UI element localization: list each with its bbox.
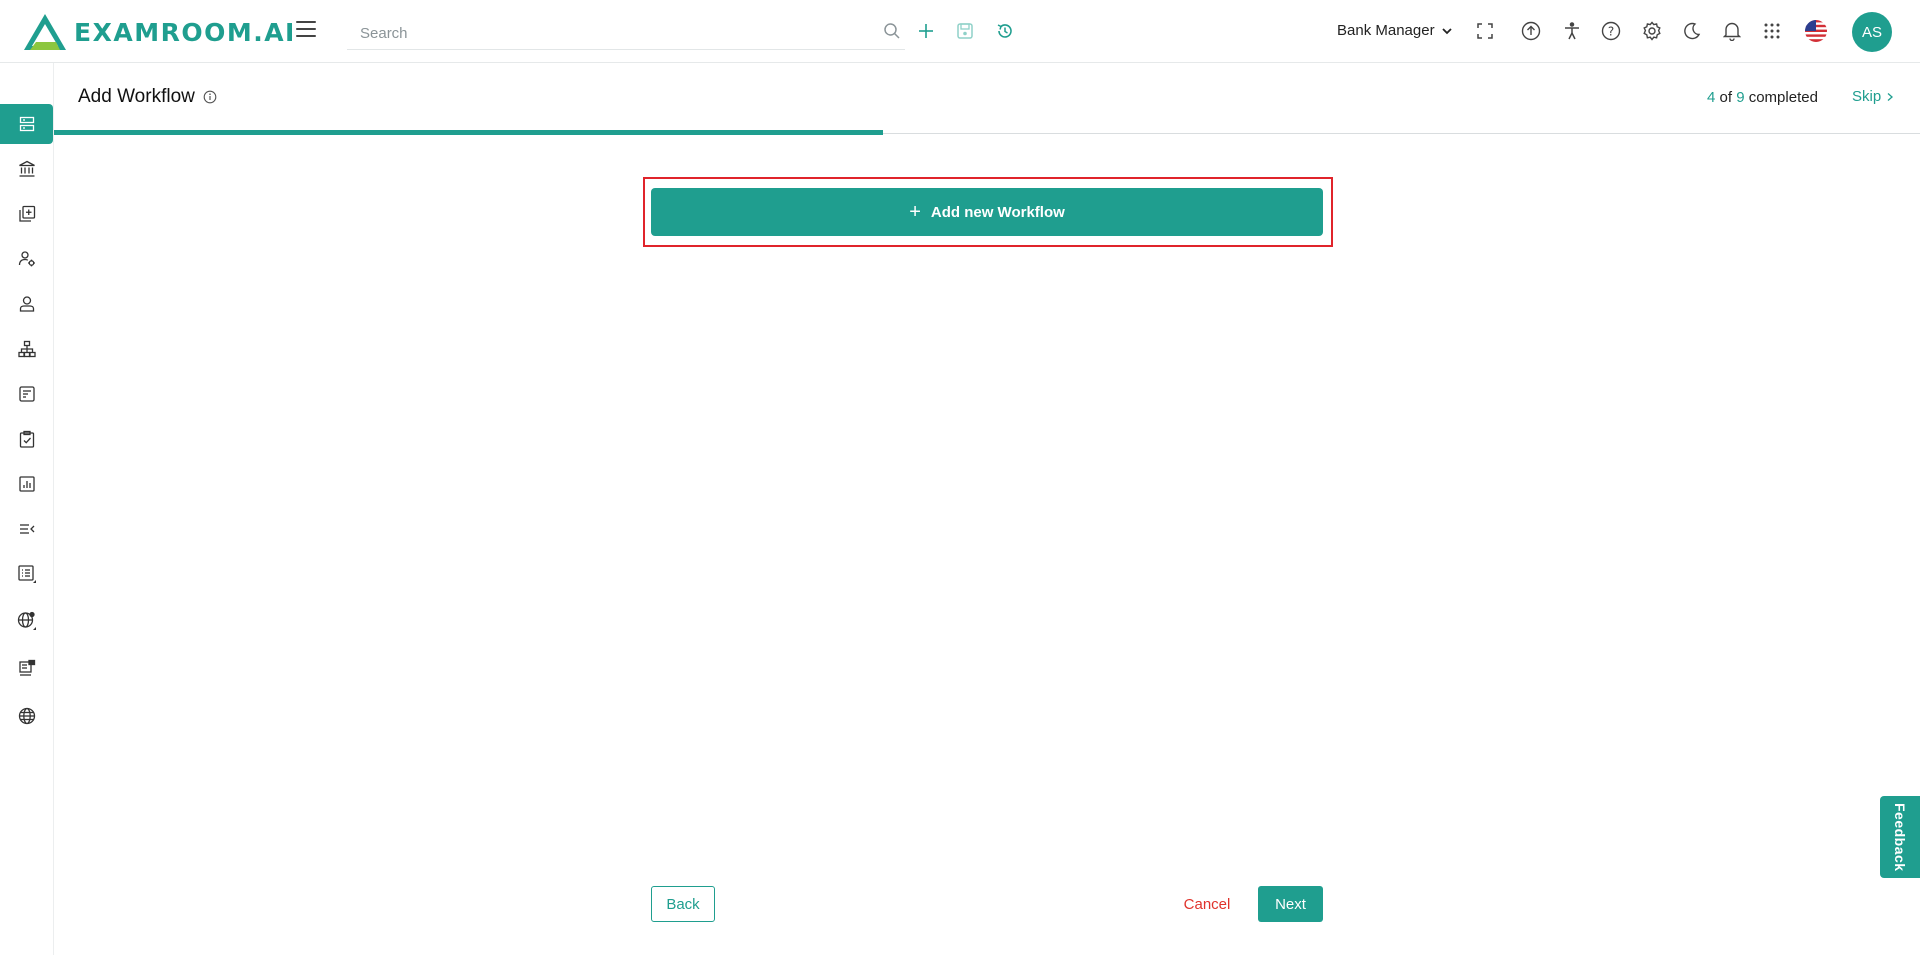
logo-icon — [24, 14, 66, 50]
page-title: Add Workflow — [78, 86, 217, 108]
feedback-label: Feedback — [1892, 802, 1908, 872]
progress-of: of — [1719, 89, 1733, 106]
hierarchy-icon — [17, 340, 36, 358]
globe-settings-icon — [17, 611, 36, 630]
globe-icon — [18, 707, 35, 725]
server-icon — [18, 659, 35, 676]
report-icon — [18, 476, 35, 492]
workflow-icon — [19, 116, 34, 132]
sidebar-item-workflow[interactable] — [0, 104, 53, 144]
sidebar-item-add-document[interactable] — [0, 194, 53, 234]
plus-icon: + — [909, 201, 921, 223]
search-input[interactable] — [358, 20, 862, 46]
back-button[interactable]: Back — [651, 886, 715, 922]
sidebar-item-bank[interactable] — [0, 149, 53, 189]
chevron-right-icon — [1887, 92, 1894, 101]
form-icon — [18, 386, 35, 402]
add-document-icon — [18, 205, 35, 222]
progress-completed: 4 — [1707, 89, 1716, 106]
sidebar-item-hierarchy[interactable] — [0, 329, 53, 369]
sidebar-item-report[interactable] — [0, 464, 53, 504]
sidebar-item-table-list[interactable] — [0, 554, 53, 594]
sidebar-item-globe[interactable] — [0, 696, 53, 736]
role-dropdown[interactable]: Bank Manager — [1337, 22, 1453, 39]
progress-completed-label: completed — [1748, 89, 1818, 106]
brand-logo[interactable]: EXAMROOM.AI — [22, 12, 296, 52]
history-icon[interactable] — [993, 19, 1017, 43]
page-title-text: Add Workflow — [78, 86, 195, 107]
add-icon[interactable] — [914, 19, 938, 43]
menu-icon[interactable] — [296, 21, 316, 39]
gear-icon[interactable] — [1640, 19, 1664, 43]
avatar[interactable]: AS — [1852, 12, 1892, 52]
fullscreen-icon[interactable] — [1473, 19, 1497, 43]
upload-icon[interactable] — [1519, 19, 1543, 43]
progress-total: 9 — [1736, 89, 1745, 106]
sidebar-item-form[interactable] — [0, 374, 53, 414]
sidebar-item-user-settings[interactable] — [0, 239, 53, 279]
help-icon[interactable]: ? — [1599, 19, 1623, 43]
sidebar-item-globe-settings[interactable] — [0, 601, 53, 641]
sidebar-item-list[interactable] — [0, 509, 53, 549]
next-button[interactable]: Next — [1258, 886, 1323, 922]
save-icon[interactable] — [953, 19, 977, 43]
list-icon — [19, 524, 34, 534]
apps-grid-icon[interactable] — [1760, 19, 1784, 43]
search-icon[interactable] — [880, 19, 904, 43]
progress-count: 4 of 9 completed — [1707, 89, 1818, 106]
svg-text:?: ? — [1608, 25, 1614, 39]
add-new-workflow-label: Add new Workflow — [930, 203, 1065, 221]
sidebar-item-server[interactable] — [0, 648, 53, 688]
bank-icon — [18, 160, 35, 177]
role-label: Bank Manager — [1337, 22, 1435, 39]
info-icon[interactable] — [203, 90, 217, 104]
sidebar-item-clipboard[interactable] — [0, 419, 53, 459]
feedback-tab[interactable]: Feedback — [1880, 796, 1920, 878]
progress-fill — [54, 130, 883, 135]
search-bar — [347, 16, 905, 50]
brand-name: EXAMROOM.AI — [74, 17, 296, 47]
us-flag-icon[interactable] — [1804, 19, 1828, 43]
dark-mode-icon[interactable] — [1680, 19, 1704, 43]
notification-bell-icon[interactable] — [1720, 19, 1744, 43]
skip-link[interactable]: Skip — [1852, 88, 1895, 105]
table-list-icon — [17, 565, 36, 583]
top-bar: EXAMROOM.AI Bank Manager ? — [0, 0, 1920, 63]
user-settings-icon — [18, 251, 35, 267]
skip-label: Skip — [1852, 88, 1882, 105]
clipboard-check-icon — [19, 430, 34, 448]
chevron-down-icon — [1441, 27, 1452, 34]
cancel-button[interactable]: Cancel — [1176, 886, 1238, 922]
accessibility-icon[interactable] — [1560, 19, 1584, 43]
add-new-workflow-button[interactable]: + Add new Workflow — [651, 188, 1323, 236]
user-icon — [19, 296, 34, 312]
sidebar-item-user[interactable] — [0, 284, 53, 324]
sidebar — [0, 63, 54, 955]
